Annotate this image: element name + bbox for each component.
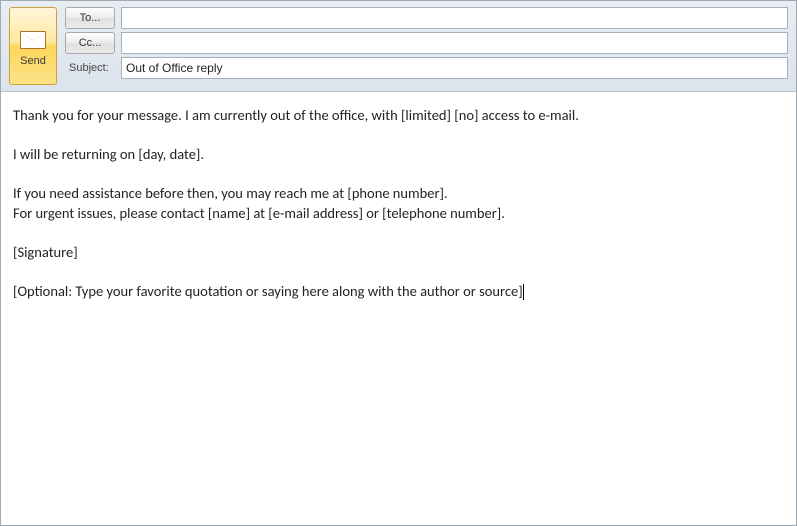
envelope-icon xyxy=(20,31,46,49)
text-cursor xyxy=(523,284,524,300)
to-row: To... xyxy=(65,7,788,29)
body-line: For urgent issues, please contact [name]… xyxy=(13,204,505,222)
send-button[interactable]: Send xyxy=(9,7,57,85)
send-label: Send xyxy=(20,55,46,67)
cc-button[interactable]: Cc... xyxy=(65,32,115,54)
subject-row: Subject: xyxy=(65,57,788,79)
subject-label: Subject: xyxy=(65,62,115,74)
message-body[interactable]: Thank you for your message. I am current… xyxy=(1,92,796,524)
to-input[interactable] xyxy=(121,7,788,29)
body-line: [Signature] xyxy=(13,243,78,261)
body-line: If you need assistance before then, you … xyxy=(13,184,448,202)
cc-row: Cc... xyxy=(65,32,788,54)
cc-input[interactable] xyxy=(121,32,788,54)
body-line: [Optional: Type your favorite quotation … xyxy=(13,282,523,300)
subject-input[interactable] xyxy=(121,57,788,79)
to-button[interactable]: To... xyxy=(65,7,115,29)
header-fields: To... Cc... Subject: xyxy=(65,7,788,79)
body-line: I will be returning on [day, date]. xyxy=(13,145,204,163)
compose-header: Send To... Cc... Subject: xyxy=(1,1,796,92)
body-line: Thank you for your message. I am current… xyxy=(13,106,579,124)
